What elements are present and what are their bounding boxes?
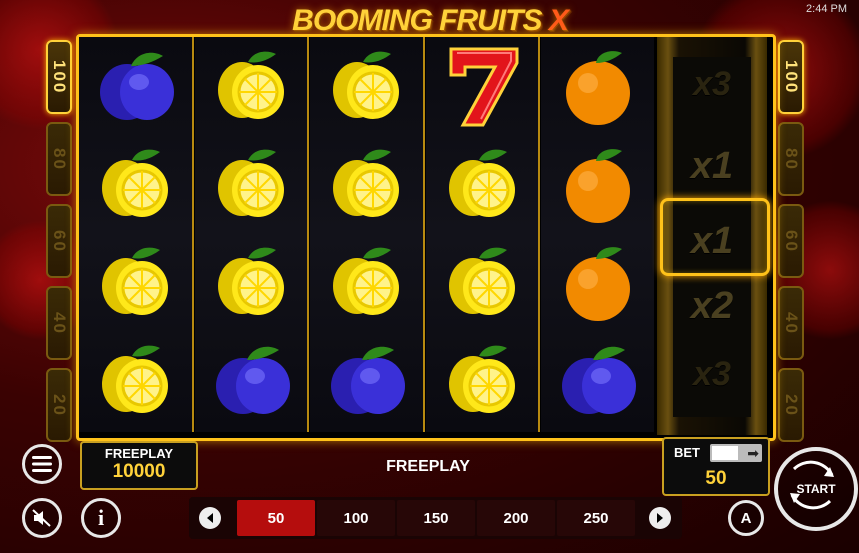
chevron-left-icon <box>207 513 213 523</box>
freeplay-value: 10000 <box>112 461 166 482</box>
lemon-symbol <box>310 233 424 331</box>
plum-symbol <box>195 331 309 429</box>
orange-symbol <box>541 37 655 135</box>
ladder-step: 100 <box>778 40 804 114</box>
reel-5 <box>541 37 654 432</box>
reel-4 <box>425 37 541 432</box>
reel-1 <box>79 37 194 432</box>
ladder-step: 100 <box>46 40 72 114</box>
lemon-symbol <box>426 233 540 331</box>
bet-bar-toggle[interactable]: ➡ <box>710 444 762 462</box>
speaker-muted-icon <box>32 509 51 527</box>
ladder-step-label: 20 <box>50 393 69 417</box>
autoplay-icon: A <box>740 509 752 527</box>
freeplay-balance-panel: FREEPLAY 10000 <box>80 441 198 490</box>
bet-option[interactable]: 100 <box>317 500 395 536</box>
game-title: BOOMING FRUITS <box>292 4 542 37</box>
ladder-step: 80 <box>46 122 72 196</box>
ladder-step: 20 <box>778 368 804 442</box>
ladder-step: 80 <box>778 122 804 196</box>
multiplier-value: x3 <box>693 355 731 393</box>
left-win-ladder: 100 80 60 40 20 <box>46 40 72 442</box>
ladder-step: 40 <box>778 286 804 360</box>
ladder-step-label: 40 <box>50 311 69 335</box>
chevron-right-icon <box>657 513 663 523</box>
ladder-step: 20 <box>46 368 72 442</box>
bet-label: BET <box>674 445 700 460</box>
status-message: FREEPLAY <box>386 458 470 475</box>
bet-option[interactable]: 200 <box>477 500 555 536</box>
lemon-symbol <box>426 135 540 233</box>
start-button[interactable]: START <box>774 447 858 531</box>
ladder-step: 60 <box>46 204 72 278</box>
bet-panel: BET ➡ 50 <box>662 437 770 496</box>
ladder-step-label: 20 <box>782 393 801 417</box>
toggle-knob <box>712 446 738 460</box>
multiplier-value: x1 <box>690 145 734 187</box>
multiplier-highlight <box>660 198 770 276</box>
orange-symbol <box>541 135 655 233</box>
sound-toggle-button[interactable] <box>22 498 62 538</box>
lemon-symbol <box>79 331 193 429</box>
bet-prev-button[interactable] <box>199 507 221 529</box>
lemon-symbol <box>195 233 309 331</box>
ladder-step-label: 60 <box>782 229 801 253</box>
plum-symbol <box>79 37 193 135</box>
lemon-symbol <box>310 37 424 135</box>
arrow-right-icon: ➡ <box>747 445 759 461</box>
bet-option[interactable]: 150 <box>397 500 475 536</box>
lemon-symbol <box>310 135 424 233</box>
info-icon: i <box>97 505 105 530</box>
ladder-step-label: 100 <box>782 59 801 95</box>
menu-button[interactable] <box>22 444 62 484</box>
hamburger-icon <box>32 456 52 472</box>
bet-option[interactable]: 250 <box>557 500 635 536</box>
info-button[interactable]: i <box>81 498 121 538</box>
status-clock: 2:44 PM <box>806 3 847 15</box>
lemon-symbol <box>79 135 193 233</box>
ladder-step: 40 <box>46 286 72 360</box>
ladder-step-label: 80 <box>782 147 801 171</box>
bet-option[interactable]: 50 <box>237 500 315 536</box>
reel-2 <box>194 37 310 432</box>
orange-symbol <box>541 233 655 331</box>
game-title-x: X <box>548 4 569 37</box>
bet-next-button[interactable] <box>649 507 671 529</box>
reel-3 <box>310 37 425 432</box>
lemon-symbol <box>195 37 309 135</box>
multiplier-value: x2 <box>690 285 734 327</box>
ladder-step-label: 80 <box>50 147 69 171</box>
seven-symbol <box>426 37 540 135</box>
ladder-step-label: 60 <box>50 229 69 253</box>
multiplier-value: x3 <box>693 65 731 103</box>
plum-symbol <box>310 331 424 429</box>
right-win-ladder: 100 80 60 40 20 <box>778 40 804 442</box>
autoplay-button[interactable]: A <box>728 500 764 536</box>
ladder-step: 60 <box>778 204 804 278</box>
ladder-step-label: 40 <box>782 311 801 335</box>
ladder-step-label: 100 <box>50 59 69 95</box>
start-label: START <box>796 482 836 496</box>
reel-grid <box>79 37 655 435</box>
lemon-symbol <box>195 135 309 233</box>
lemon-symbol <box>426 331 540 429</box>
plum-symbol <box>541 331 655 429</box>
freeplay-label: FREEPLAY <box>104 446 174 461</box>
bet-value: 50 <box>705 468 727 489</box>
lemon-symbol <box>79 233 193 331</box>
